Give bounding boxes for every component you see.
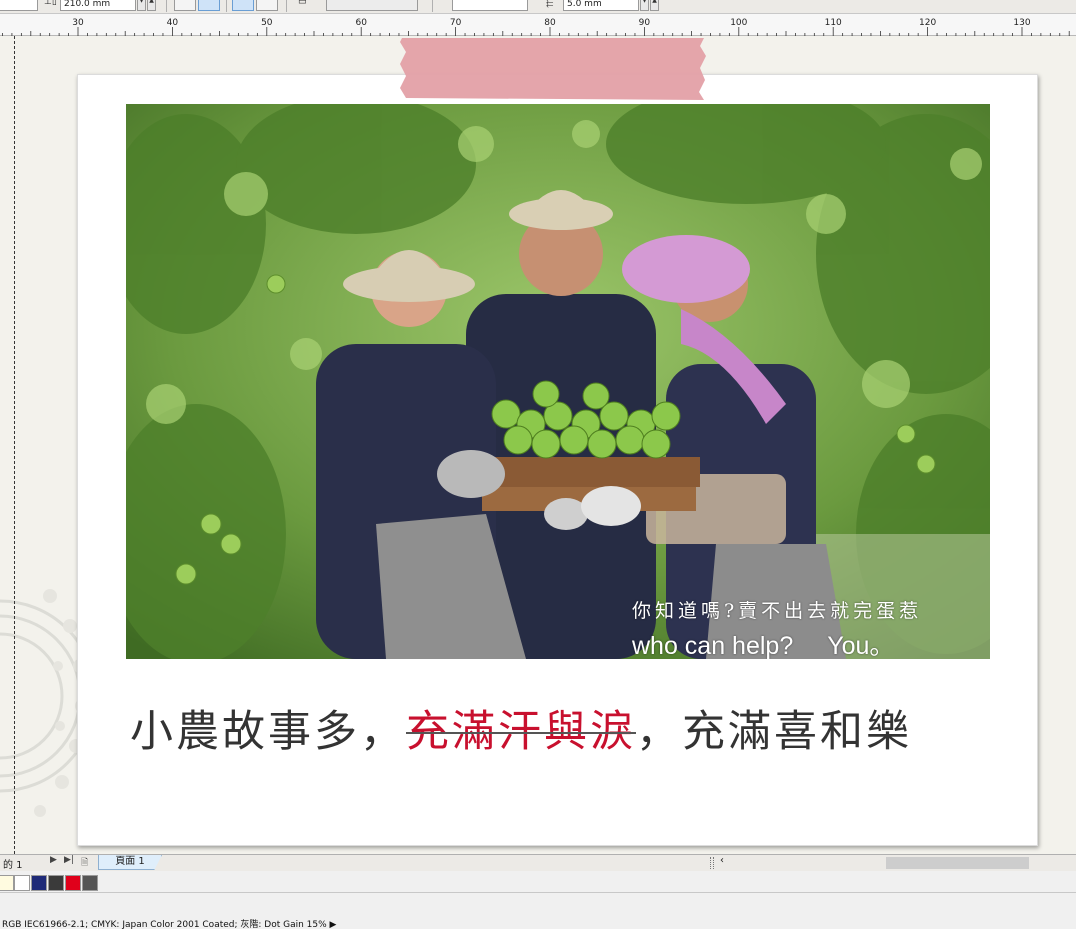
ruler-label: 60 — [355, 18, 367, 28]
nudge-distance-field[interactable] — [452, 0, 528, 11]
swatch-navy[interactable] — [31, 875, 47, 891]
color-profile-status[interactable]: RGB IEC61966-2.1; CMYK: Japan Color 2001… — [2, 917, 336, 929]
add-page-icon[interactable]: 🗎 — [81, 855, 88, 871]
color-profile-text: RGB IEC61966-2.1; CMYK: Japan Color 2001… — [2, 920, 327, 929]
portrait-button[interactable] — [174, 0, 196, 11]
scroll-splitter[interactable] — [710, 857, 714, 869]
height-spin-down[interactable]: ▼ — [137, 0, 146, 11]
ruler-label: 120 — [919, 18, 936, 28]
color-palette — [0, 871, 1076, 893]
ruler-label: 70 — [450, 18, 462, 28]
headline-part1: 小農故事多， — [130, 707, 406, 757]
farmers-photo-illustration — [126, 104, 990, 659]
ruler-label: 50 — [261, 18, 273, 28]
ruler-label: 130 — [1013, 18, 1030, 28]
headline-struck-text: 充滿汗與淚 — [406, 707, 636, 757]
ruler-label: 80 — [544, 18, 556, 28]
duplicate-distance-field[interactable]: 5.0 mm — [563, 0, 639, 11]
ruler-label: 100 — [730, 18, 747, 28]
height-spin-up[interactable]: ▲ — [147, 0, 156, 11]
ruler-label: 30 — [72, 18, 84, 28]
units-select[interactable] — [326, 0, 418, 11]
property-bar: ⊥▯ 210.0 mm ▼ ▲ ▭ ⬱ 5.0 mm ▼ ▲ — [0, 0, 1076, 14]
ruler-label: 40 — [167, 18, 179, 28]
farmers-photo[interactable]: 你知道嗎?賣不出去就完蛋惹 who can help? You。 — [126, 104, 990, 659]
swatch-gray[interactable] — [82, 875, 98, 891]
swatch-cream[interactable] — [0, 875, 14, 891]
status-bar: RGB IEC61966-2.1; CMYK: Japan Color 2001… — [0, 893, 1076, 929]
height-field[interactable]: 210.0 mm — [60, 0, 136, 11]
ruler-label: 110 — [825, 18, 842, 28]
horizontal-ruler[interactable]: 30 40 50 60 70 80 90 100 110 120 130 — [0, 14, 1076, 36]
dup-spin-up[interactable]: ▲ — [650, 0, 659, 11]
units-icon: ▭ — [298, 0, 307, 7]
duplicate-distance-icon: ⬱ — [546, 0, 554, 8]
vertical-guideline[interactable] — [14, 36, 15, 854]
photo-caption-line1: 你知道嗎?賣不出去就完蛋惹 — [632, 600, 923, 622]
page-count-label: 的 1 — [3, 860, 23, 871]
width-field[interactable] — [0, 0, 38, 11]
app-window: ⊥▯ 210.0 mm ▼ ▲ ▭ ⬱ 5.0 mm ▼ ▲ 30 40 50 60 7… — [0, 0, 1076, 929]
masking-tape-decoration — [400, 38, 706, 100]
photo-caption-question: who can help? — [632, 632, 794, 659]
swatch-red[interactable] — [65, 875, 81, 891]
page-navigation-bar: 的 1 ▶ ▶| 🗎 頁面 1 ‹ — [0, 854, 1076, 871]
photo-caption-line2: who can help? You。 — [632, 626, 928, 659]
polaroid-card[interactable]: 你知道嗎?賣不出去就完蛋惹 who can help? You。 小農故事多，充滿… — [77, 74, 1038, 846]
ruler-label: 90 — [639, 18, 651, 28]
ruler-ticks: 30 40 50 60 70 80 90 100 110 120 130 — [2, 18, 1070, 36]
drawing-canvas[interactable]: 你知道嗎?賣不出去就完蛋惹 who can help? You。 小農故事多，充滿… — [0, 36, 1076, 854]
page-tab-1[interactable]: 頁面 1 — [98, 855, 162, 870]
height-lock-icon: ⊥▯ — [44, 0, 57, 7]
headline-part2: ，充滿喜和樂 — [636, 707, 912, 757]
photo-caption-answer: You。 — [827, 632, 895, 659]
last-page-icon[interactable]: ▶| — [64, 855, 74, 865]
all-pages-button[interactable] — [232, 0, 254, 11]
horizontal-scroll-thumb[interactable] — [886, 857, 1029, 869]
current-page-button[interactable] — [256, 0, 278, 11]
expand-arrow-icon[interactable]: ▶ — [330, 920, 337, 929]
swatch-dark-gray[interactable] — [48, 875, 64, 891]
swatch-white[interactable] — [14, 875, 30, 891]
card-headline[interactable]: 小農故事多，充滿汗與淚，充滿喜和樂 — [130, 697, 990, 757]
scroll-left-icon[interactable]: ‹ — [720, 855, 724, 866]
next-page-icon[interactable]: ▶ — [50, 855, 57, 865]
dup-spin-down[interactable]: ▼ — [640, 0, 649, 11]
landscape-button[interactable] — [198, 0, 220, 11]
